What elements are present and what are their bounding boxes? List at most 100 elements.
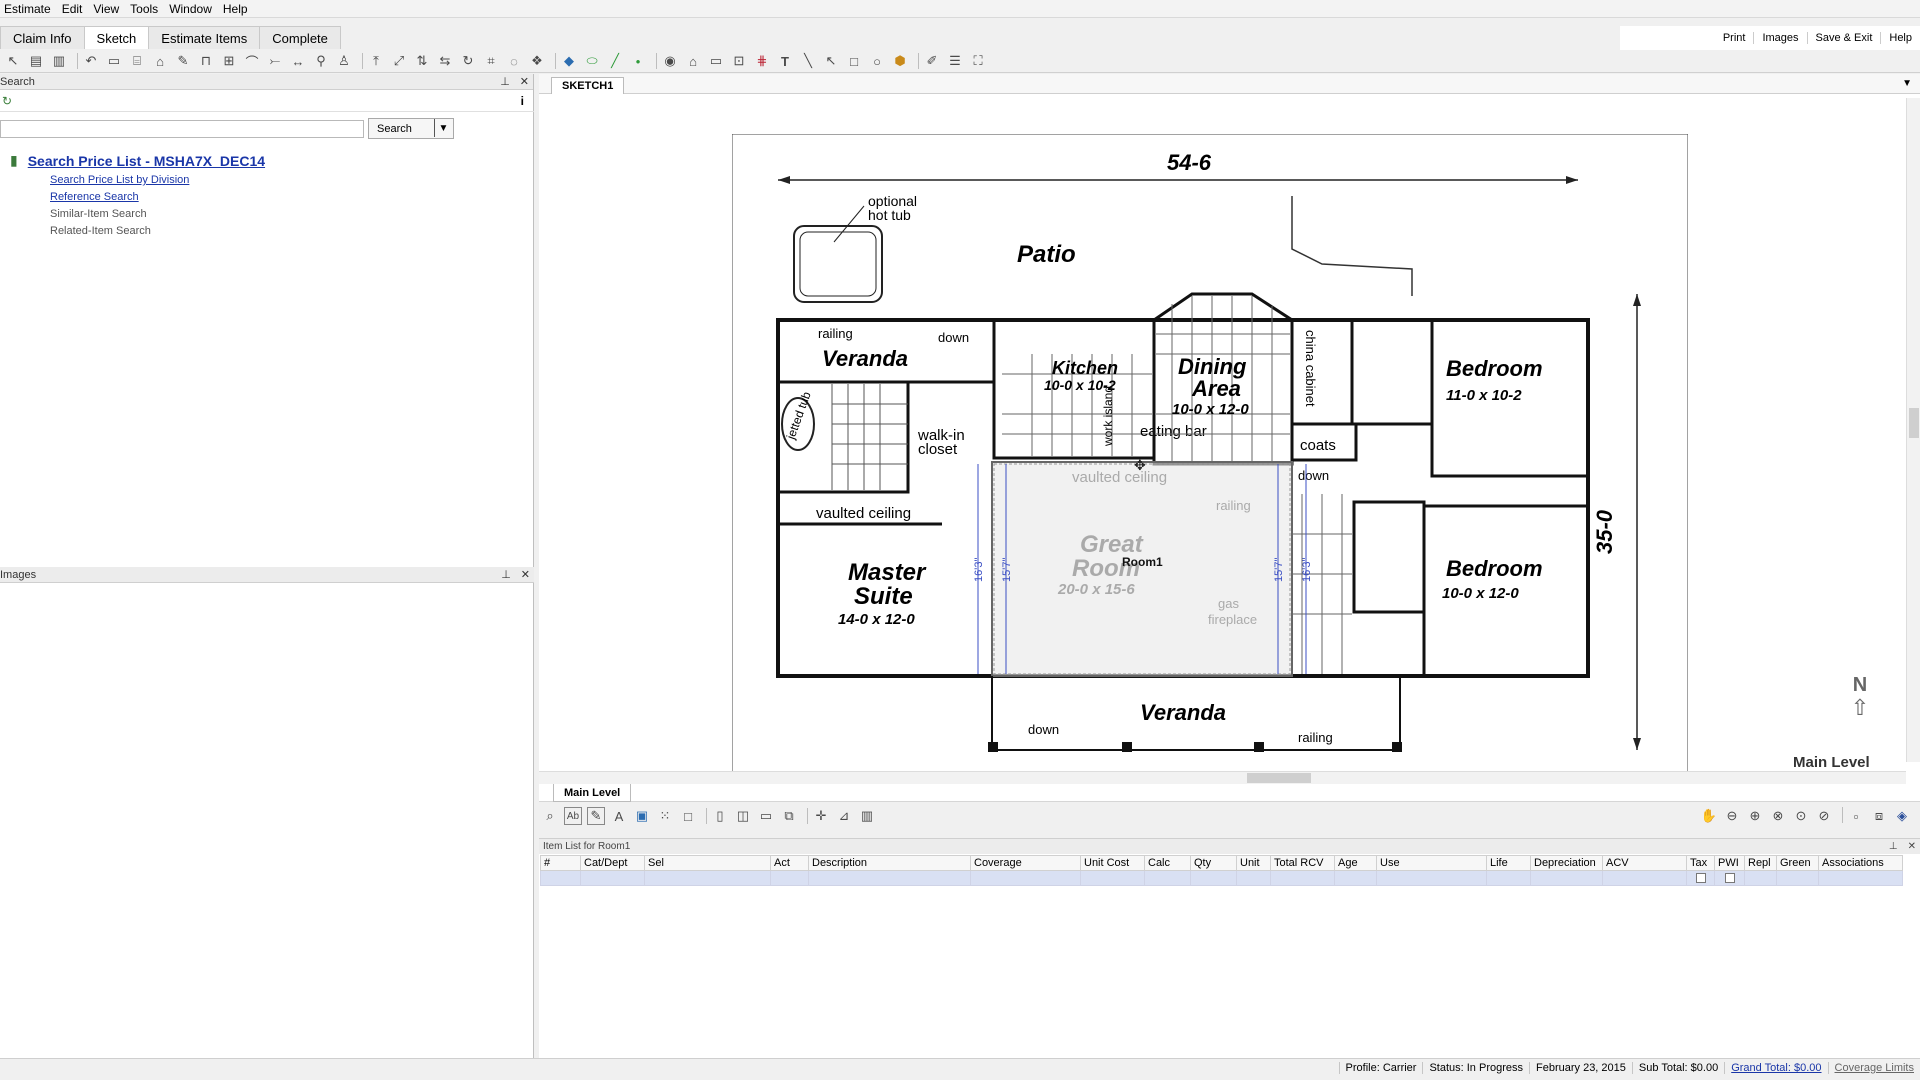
search-input[interactable] xyxy=(0,120,364,138)
print-preview-icon[interactable]: ▥ xyxy=(50,52,68,70)
flip-horizontal-icon[interactable]: ⇆ xyxy=(436,52,454,70)
compass-tool-icon[interactable]: ◉ xyxy=(661,52,679,70)
flip-vertical-icon[interactable]: ⇅ xyxy=(413,52,431,70)
copy-icon[interactable]: ⧉ xyxy=(780,807,798,825)
line-green-icon[interactable]: ╱ xyxy=(606,52,624,70)
text-a-icon[interactable]: A xyxy=(610,807,628,825)
sketch-dropdown-icon[interactable]: ▼ xyxy=(1902,78,1912,89)
reference-search-link[interactable]: Reference Search xyxy=(50,191,139,203)
tab-complete[interactable]: Complete xyxy=(259,26,341,49)
menu-estimate[interactable]: Estimate xyxy=(0,2,58,16)
tab-sketch[interactable]: Sketch xyxy=(83,26,150,49)
room-icon[interactable]: ▭ xyxy=(105,52,123,70)
select-arrow-icon[interactable]: ↖ xyxy=(4,52,22,70)
menu-edit[interactable]: Edit xyxy=(58,2,90,16)
close-icon[interactable]: ✕ xyxy=(520,75,529,88)
zoom-fit-icon[interactable]: ⌕ xyxy=(541,807,559,825)
align-icon[interactable]: ⌗ xyxy=(482,52,500,70)
tax-checkbox[interactable] xyxy=(1695,873,1706,883)
rotate-icon[interactable]: ↻ xyxy=(459,52,477,70)
house-icon[interactable]: ⌂ xyxy=(684,52,702,70)
col-cat-dept[interactable]: Cat/Dept xyxy=(580,855,645,871)
restore-window-icon[interactable]: ⧈ xyxy=(1870,807,1888,825)
col-description[interactable]: Description xyxy=(808,855,971,871)
stairs-icon[interactable]: ⌸ xyxy=(128,52,146,70)
search-dropdown-icon[interactable]: ▼ xyxy=(434,119,452,137)
dots-grid-icon[interactable]: ⁙ xyxy=(656,807,674,825)
square-icon[interactable]: □ xyxy=(679,807,697,825)
window-icon[interactable]: ⊞ xyxy=(220,52,238,70)
col-unit-cost[interactable]: Unit Cost xyxy=(1080,855,1145,871)
item-list-pin-icon[interactable]: ⊥ xyxy=(1889,841,1898,852)
col-age[interactable]: Age xyxy=(1334,855,1377,871)
zoom-window-icon[interactable]: ⊗ xyxy=(1769,807,1787,825)
dimension-icon[interactable]: ↔ xyxy=(289,52,307,70)
pencil-icon[interactable]: ✎ xyxy=(174,52,192,70)
move-icon[interactable]: ⤒ xyxy=(367,52,385,70)
print-icon[interactable]: ▤ xyxy=(27,52,45,70)
save-exit-link[interactable]: Save & Exit xyxy=(1806,32,1881,44)
tab-claim-info[interactable]: Claim Info xyxy=(0,26,85,49)
col-total-rcv[interactable]: Total RCV xyxy=(1270,855,1335,871)
print-link[interactable]: Print xyxy=(1715,32,1754,44)
ellipse-tool-icon[interactable]: ○ xyxy=(868,52,886,70)
pwi-checkbox[interactable] xyxy=(1724,873,1735,883)
col-calc[interactable]: Calc xyxy=(1144,855,1191,871)
line-tool-icon[interactable]: ╲ xyxy=(799,52,817,70)
col-repl[interactable]: Repl xyxy=(1744,855,1777,871)
building-icon[interactable]: ▥ xyxy=(858,807,876,825)
3d-view-icon[interactable]: ◈ xyxy=(1893,807,1911,825)
table-row[interactable] xyxy=(540,870,1903,886)
images-link[interactable]: Images xyxy=(1753,32,1806,44)
tab-sketch1[interactable]: SKETCH1 xyxy=(551,77,625,94)
tab-estimate-items[interactable]: Estimate Items xyxy=(148,26,261,49)
picture-icon[interactable]: ▣ xyxy=(633,807,651,825)
undo-icon[interactable]: ↶ xyxy=(82,52,100,70)
room1-label[interactable]: Room1 xyxy=(1122,555,1163,569)
rectangle-tool-icon[interactable]: □ xyxy=(845,52,863,70)
item-list-close-icon[interactable]: ✕ xyxy=(1908,841,1916,852)
pan-hand-icon[interactable]: ✋ xyxy=(1700,807,1718,825)
split-view-icon[interactable]: ◫ xyxy=(734,807,752,825)
col-number[interactable]: # xyxy=(540,855,581,871)
zoom-previous-icon[interactable]: ⊘ xyxy=(1815,807,1833,825)
text-label-icon[interactable]: Ab xyxy=(564,807,582,825)
roof-icon[interactable]: ⌂ xyxy=(151,52,169,70)
col-use[interactable]: Use xyxy=(1376,855,1487,871)
oval-icon[interactable]: ⬭ xyxy=(583,52,601,70)
floor-plan[interactable]: 54-6 35-0 optional hot tub Patio Veranda… xyxy=(732,134,1688,772)
pen-color-icon[interactable]: ✐ xyxy=(923,52,941,70)
cube-icon[interactable]: ◆ xyxy=(560,52,578,70)
column-icon[interactable]: ▯ xyxy=(711,807,729,825)
layers-icon[interactable]: ❖ xyxy=(528,52,546,70)
search-price-list-link[interactable]: Search Price List - MSHA7X_DEC14 xyxy=(28,153,265,169)
col-act[interactable]: Act xyxy=(770,855,809,871)
image-icon[interactable]: ⊡ xyxy=(730,52,748,70)
col-pwi[interactable]: PWI xyxy=(1714,855,1745,871)
menu-window[interactable]: Window xyxy=(165,2,219,16)
fill-icon[interactable]: ⬢ xyxy=(891,52,909,70)
new-window-icon[interactable]: ▫ xyxy=(1847,807,1865,825)
vertical-scrollbar[interactable] xyxy=(1906,98,1920,762)
zoom-in-icon[interactable]: ⊕ xyxy=(1746,807,1764,825)
grid-icon[interactable]: ⋕ xyxy=(753,52,771,70)
dot-icon[interactable]: • xyxy=(629,52,647,70)
menu-help[interactable]: Help xyxy=(219,2,255,16)
col-acv[interactable]: ACV xyxy=(1602,855,1687,871)
label-icon[interactable]: ▭ xyxy=(707,52,725,70)
images-pin-icon[interactable]: ⊥ xyxy=(501,568,511,581)
col-life[interactable]: Life xyxy=(1486,855,1531,871)
measure-icon[interactable]: ⊿ xyxy=(835,807,853,825)
edit-icon[interactable]: ✎ xyxy=(587,807,605,825)
images-close-icon[interactable]: ✕ xyxy=(521,568,530,581)
col-sel[interactable]: Sel xyxy=(644,855,771,871)
line-weight-icon[interactable]: ☰ xyxy=(946,52,964,70)
menu-view[interactable]: View xyxy=(89,2,126,16)
text-tool-icon[interactable]: T xyxy=(776,52,794,70)
door-icon[interactable]: ⊓ xyxy=(197,52,215,70)
opening-icon[interactable]: ⌒ xyxy=(243,52,261,70)
zoom-out-icon[interactable]: ⊖ xyxy=(1723,807,1741,825)
col-associations[interactable]: Associations xyxy=(1818,855,1903,871)
scale-icon[interactable]: ⤢ xyxy=(390,52,408,70)
menu-tools[interactable]: Tools xyxy=(126,2,165,16)
